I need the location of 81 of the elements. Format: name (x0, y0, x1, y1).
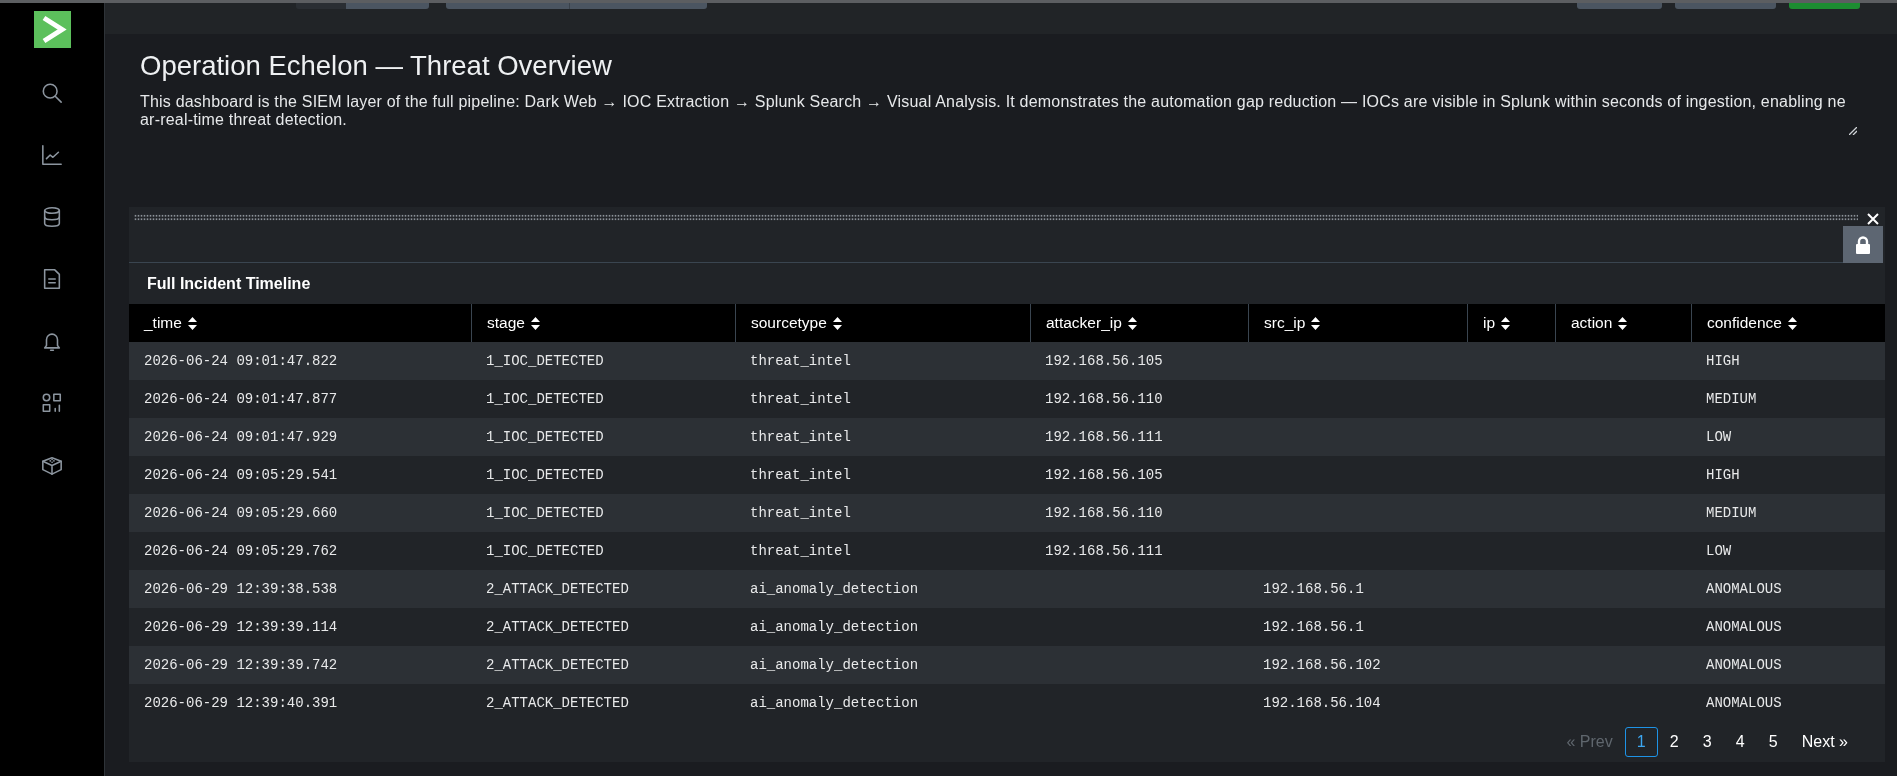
sort-icon (1311, 316, 1321, 330)
column-header[interactable]: _time (129, 304, 471, 342)
table-cell-text: ANOMALOUS (1705, 580, 1783, 599)
table-cell-text: threat_intel (749, 466, 852, 485)
table-cell-text: 192.168.56.110 (1044, 390, 1164, 409)
panel-title: Full Incident Timeline (147, 274, 311, 293)
box-icon[interactable] (41, 454, 63, 476)
table-cell-text: ai_anomaly_detection (749, 694, 920, 713)
table-cell-text: 1_IOC_DETECTED (485, 466, 605, 485)
table-cell-text: ai_anomaly_detection (749, 656, 920, 675)
table-cell-text: 192.168.56.111 (1044, 428, 1164, 447)
table-cell-text: 2026-06-24 09:05:29.660 (143, 504, 339, 523)
lock-button[interactable] (1843, 226, 1883, 263)
table-cell-text: ANOMALOUS (1705, 656, 1783, 675)
dashboard-title: Operation Echelon — Threat Overview (140, 49, 612, 83)
sort-icon (1788, 316, 1797, 330)
sort-icon (187, 316, 197, 330)
table-cell-text: 2026-06-29 12:39:40.391 (143, 694, 339, 713)
sort-icon (1127, 316, 1137, 330)
table-cell-text: HIGH (1705, 352, 1741, 371)
close-icon[interactable] (1867, 213, 1879, 225)
table-cell-text: 2026-06-24 09:05:29.541 (143, 466, 339, 485)
table-cell-text: threat_intel (749, 504, 852, 523)
resize-grip-icon[interactable] (1849, 127, 1857, 135)
page-button[interactable]: 3 (1690, 727, 1724, 757)
table-cell-text: ai_anomaly_detection (749, 580, 920, 599)
table-cell-text: threat_intel (749, 428, 852, 447)
table-cell-text: ANOMALOUS (1705, 618, 1783, 637)
table-cell-text: threat_intel (749, 352, 852, 371)
table-cell-text: 1_IOC_DETECTED (485, 428, 605, 447)
table-cell-text: 1_IOC_DETECTED (485, 504, 605, 523)
table-cell-text: 2026-06-24 09:01:47.929 (143, 428, 339, 447)
table-cell-text: 2026-06-29 12:39:38.538 (143, 580, 339, 599)
sort-icon (1618, 316, 1628, 330)
table-cell-text: LOW (1705, 542, 1733, 561)
table-cell-text: 1_IOC_DETECTED (485, 390, 605, 409)
table-cell-text: 192.168.56.1 (1262, 580, 1365, 599)
table-cell-text: 192.168.56.111 (1044, 542, 1164, 561)
table-cell-text: HIGH (1705, 466, 1741, 485)
table-cell-text: 2026-06-29 12:39:39.114 (143, 618, 339, 637)
logo-icon[interactable] (33, 11, 71, 48)
sort-icon (530, 316, 540, 330)
table-cell-text: 1_IOC_DETECTED (485, 352, 605, 371)
table-cell-text: 192.168.56.1 (1262, 618, 1365, 637)
table-cell-text: 192.168.56.105 (1044, 466, 1164, 485)
next-page-link[interactable]: Next » (1797, 733, 1852, 751)
table-cell-text: 2026-06-24 09:01:47.822 (143, 352, 339, 371)
table-cell-text: ai_anomaly_detection (749, 618, 920, 637)
table-cell-text: 2_ATTACK_DETECTED (485, 580, 630, 599)
table-cell-text: 2026-06-24 09:01:47.877 (143, 390, 339, 409)
page-button[interactable]: 2 (1657, 727, 1691, 757)
drag-handle[interactable] (134, 214, 1858, 221)
table-cell-text: 192.168.56.110 (1044, 504, 1164, 523)
database-icon[interactable] (41, 206, 63, 228)
table-cell-text: ANOMALOUS (1705, 694, 1783, 713)
page-button[interactable]: 4 (1723, 727, 1757, 757)
table-cell-text: 192.168.56.105 (1044, 352, 1164, 371)
sort-icon (1501, 316, 1511, 330)
lock-icon (1855, 235, 1871, 254)
table-cell-text: 192.168.56.104 (1262, 694, 1382, 713)
table-cell-text: 2026-06-24 09:05:29.762 (143, 542, 339, 561)
table-cell-text: threat_intel (749, 542, 852, 561)
table-cell-text: LOW (1705, 428, 1733, 447)
table-cell-text: 1_IOC_DETECTED (485, 542, 605, 561)
table-cell-text: 192.168.56.102 (1262, 656, 1382, 675)
table-cell-text: 2_ATTACK_DETECTED (485, 694, 630, 713)
sort-icon (832, 316, 842, 330)
table-cell-text: 2_ATTACK_DETECTED (485, 618, 630, 637)
table-cell-text: threat_intel (749, 390, 852, 409)
table-cell-text: MEDIUM (1705, 504, 1758, 523)
table-cell-text: 2026-06-29 12:39:39.742 (143, 656, 339, 675)
page-button[interactable]: 5 (1756, 727, 1790, 757)
table-cell-text: MEDIUM (1705, 390, 1758, 409)
table-cell-text: 2_ATTACK_DETECTED (485, 656, 630, 675)
bell-icon[interactable] (41, 330, 63, 352)
search-icon[interactable] (41, 82, 63, 104)
dashboard-description: This dashboard is the SIEM layer of the full pipeline: Dark Web → IOC Extraction → Splunk Search → Visual Analysis. It demonstrates the automation gap reduction — IOCs are visible in Splunk within seconds of ingestion, enabling near-real-time threat detection. (140, 93, 1847, 129)
apps-icon[interactable] (41, 392, 63, 414)
line-chart-icon[interactable] (41, 144, 63, 166)
document-icon[interactable] (41, 268, 63, 290)
page-button[interactable]: 1 (1624, 727, 1658, 757)
